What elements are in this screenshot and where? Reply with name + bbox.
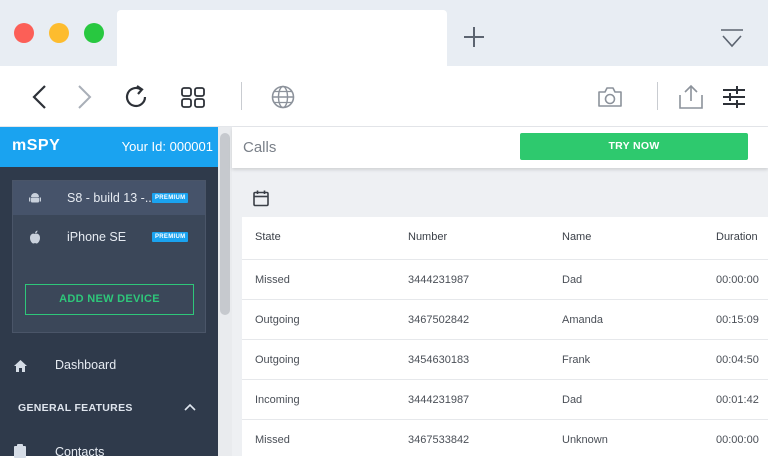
device-panel: S8 - build 13 -... PREMIUM iPhone SE PRE…	[12, 180, 206, 333]
home-icon	[14, 360, 27, 372]
camera-icon[interactable]	[597, 85, 623, 109]
column-header-state[interactable]: State	[255, 231, 281, 243]
cell-state: Missed	[255, 274, 290, 286]
cell-number: 3467533842	[408, 434, 470, 446]
cell-state: Outgoing	[255, 354, 300, 366]
cell-number: 3444231987	[408, 394, 470, 406]
cell-state: Missed	[255, 434, 290, 446]
column-header-duration[interactable]: Duration	[716, 231, 758, 243]
cell-name: Amanda	[562, 314, 603, 326]
premium-badge: PREMIUM	[152, 232, 189, 242]
table-row[interactable]: Missed 3444231987 Dad 00:00:00	[242, 259, 768, 299]
android-icon	[29, 193, 41, 203]
cell-duration: 00:15:09	[716, 314, 759, 326]
device-item-s8[interactable]: S8 - build 13 -... PREMIUM	[13, 181, 205, 215]
close-window-button[interactable]	[14, 23, 34, 43]
sidebar-item-label: Dashboard	[55, 358, 117, 372]
try-now-button[interactable]: TRY NOW	[520, 133, 748, 160]
cell-number: 3444231987	[408, 274, 470, 286]
minimize-window-button[interactable]	[49, 23, 69, 43]
cell-state: Outgoing	[255, 314, 300, 326]
calendar-icon[interactable]	[253, 190, 269, 207]
cell-name: Dad	[562, 394, 583, 406]
add-new-device-button[interactable]: ADD NEW DEVICE	[25, 284, 194, 315]
table-row[interactable]: Outgoing 3454630183 Frank 00:04:50	[242, 339, 768, 379]
sidebar-item-contacts[interactable]: Contacts	[0, 436, 218, 472]
mspy-logo[interactable]: mSPY	[12, 137, 60, 155]
column-header-number[interactable]: Number	[408, 231, 447, 243]
settings-sliders-icon[interactable]	[722, 84, 746, 110]
device-name: S8 - build 13 -...	[67, 191, 156, 205]
apple-icon	[30, 230, 40, 244]
cell-duration: 00:00:00	[716, 434, 759, 446]
table-row[interactable]: Outgoing 3467502842 Amanda 00:15:09	[242, 299, 768, 339]
cell-duration: 00:01:42	[716, 394, 759, 406]
maximize-window-button[interactable]	[84, 23, 104, 43]
back-icon[interactable]	[30, 84, 48, 110]
browser-tab[interactable]	[117, 10, 447, 68]
toolbar-divider	[241, 82, 242, 110]
device-name: iPhone SE	[67, 230, 127, 244]
cell-name: Unknown	[562, 434, 608, 446]
page-title: Calls	[243, 139, 277, 156]
cell-number: 3454630183	[408, 354, 470, 366]
table-row[interactable]: Missed 3467533842 Unknown 00:00:00	[242, 419, 768, 459]
reload-icon[interactable]	[124, 84, 150, 110]
cell-number: 3467502842	[408, 314, 470, 326]
user-id: Your Id: 000001	[121, 139, 213, 154]
table-row[interactable]: Incoming 3444231987 Dad 00:01:42	[242, 379, 768, 419]
menu-chevron-icon[interactable]	[720, 28, 744, 50]
premium-badge: PREMIUM	[152, 193, 189, 203]
general-features-heading[interactable]: GENERAL FEATURES	[18, 402, 133, 414]
scrollbar-thumb[interactable]	[220, 133, 230, 315]
forward-icon[interactable]	[76, 84, 94, 110]
cell-state: Incoming	[255, 394, 300, 406]
cell-duration: 00:04:50	[716, 354, 759, 366]
chevron-up-icon[interactable]	[184, 403, 196, 412]
share-icon[interactable]	[678, 83, 704, 110]
device-item-iphone[interactable]: iPhone SE PREMIUM	[13, 220, 205, 254]
new-tab-icon[interactable]	[462, 25, 486, 49]
globe-icon	[271, 85, 295, 109]
cell-duration: 00:00:00	[716, 274, 759, 286]
tabs-grid-icon[interactable]	[180, 86, 206, 108]
cell-name: Frank	[562, 354, 591, 366]
address-field[interactable]	[302, 84, 582, 110]
sidebar-item-dashboard[interactable]: Dashboard	[0, 347, 218, 383]
column-header-name[interactable]: Name	[562, 231, 591, 243]
sidebar-item-label: Contacts	[55, 445, 105, 459]
cell-name: Dad	[562, 274, 583, 286]
toolbar-divider	[657, 82, 658, 110]
